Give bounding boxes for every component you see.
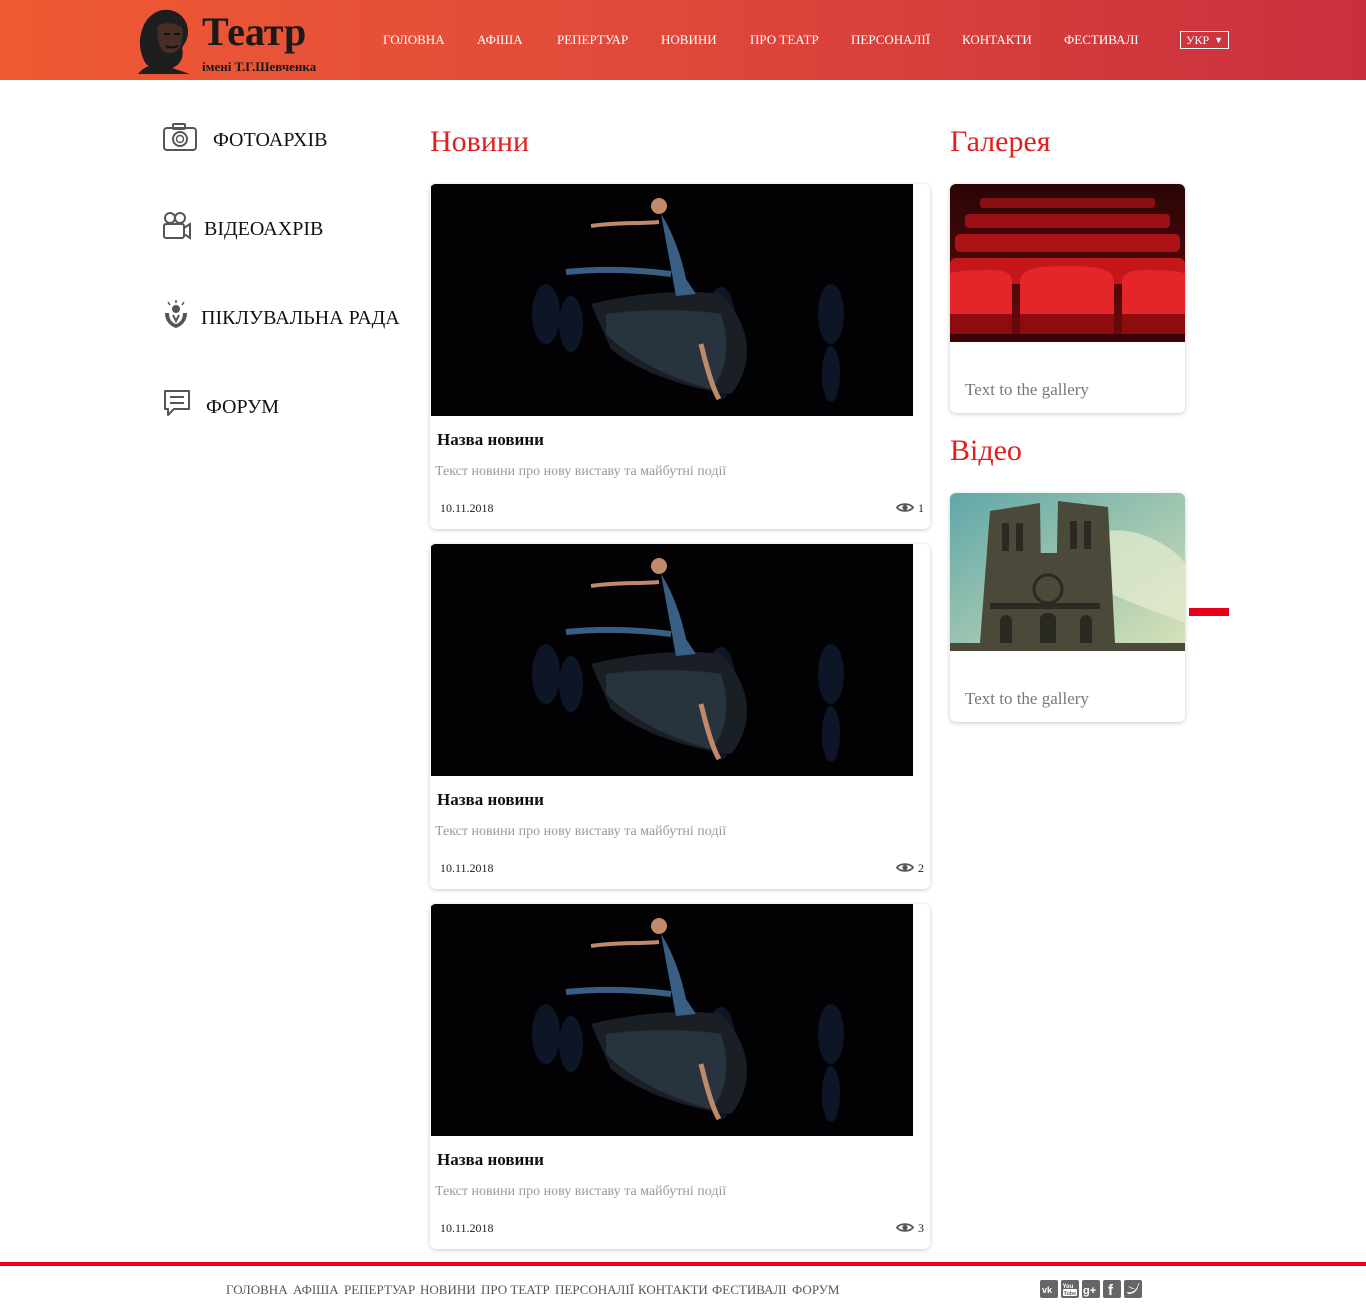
footer-nav-festivals[interactable]: ФЕСТИВАЛІ: [712, 1282, 787, 1298]
news-card[interactable]: Назва новини Текст новини про нову виста…: [430, 904, 930, 1249]
vk-icon[interactable]: vk: [1040, 1280, 1058, 1298]
nav-item-contacts[interactable]: КОНТАКТИ: [962, 32, 1032, 48]
news-card[interactable]: Назва новини Текст новини про нову виста…: [430, 544, 930, 889]
theater-seats-image: [950, 184, 1185, 342]
nav-item-personalities[interactable]: ПЕРСОНАЛІЇ: [851, 32, 930, 48]
news-image[interactable]: [431, 184, 913, 416]
news-views: 3: [894, 1221, 924, 1235]
news-title[interactable]: Назва новини: [437, 430, 544, 450]
nav-item-news[interactable]: НОВИНИ: [661, 32, 717, 48]
svg-text:vk: vk: [1042, 1285, 1053, 1295]
youtube-icon[interactable]: You Tube: [1061, 1280, 1079, 1298]
svg-text:f: f: [1108, 1282, 1114, 1298]
news-title[interactable]: Назва новини: [437, 1150, 544, 1170]
sidebar-item-label: ФОТОАРХІВ: [213, 129, 328, 151]
gallery-caption: Text to the gallery: [965, 380, 1089, 399]
eye-icon: [896, 1223, 914, 1232]
news-image[interactable]: [431, 544, 913, 776]
video-section-title: Відео: [950, 434, 1022, 467]
language-select[interactable]: УКР ▼: [1180, 31, 1229, 49]
footer-nav-repertoire[interactable]: РЕПЕРТУАР: [344, 1282, 415, 1298]
nav-item-home[interactable]: ГОЛОВНА: [383, 32, 445, 48]
sidebar-item-label: ВІДЕОАХРІВ: [204, 218, 324, 240]
video-camera-icon: [163, 212, 191, 240]
views-count: 1: [918, 501, 924, 515]
footer-nav-news[interactable]: НОВИНИ: [420, 1282, 476, 1298]
news-date: 10.11.2018: [440, 861, 494, 875]
footer-nav-personalities[interactable]: ПЕРСОНАЛІЇ: [555, 1282, 634, 1298]
twitter-icon[interactable]: [1124, 1280, 1142, 1298]
nav-item-about[interactable]: ПРО ТЕАТР: [750, 32, 819, 48]
news-views: 1: [894, 501, 924, 515]
news-image[interactable]: [431, 904, 913, 1136]
logo-title[interactable]: Театр: [202, 12, 306, 52]
logo-subtitle: імені Т.Г.Шевченка: [202, 59, 317, 74]
news-text: Текст новини про нову виставу та майбутн…: [435, 1184, 727, 1199]
eye-icon: [896, 503, 914, 512]
chat-icon: [164, 390, 190, 416]
sidebar-item-label: ФОРУМ: [206, 396, 280, 418]
sidebar-item-label: ПІКЛУВАЛЬНА РАДА: [201, 307, 400, 329]
nav-item-festivals[interactable]: ФЕСТИВАЛІ: [1064, 32, 1139, 48]
care-hands-icon: [165, 300, 187, 328]
svg-text:g+: g+: [1083, 1285, 1096, 1297]
footer-nav-afisha[interactable]: АФІША: [293, 1282, 339, 1298]
footer-nav-home[interactable]: ГОЛОВНА: [226, 1282, 288, 1298]
news-text: Текст новини про нову виставу та майбутн…: [435, 824, 727, 839]
language-value: УКР: [1186, 33, 1210, 47]
sidebar-item-video-archive[interactable]: ВІДЕОАХРІВ: [162, 210, 332, 246]
facebook-icon[interactable]: f: [1103, 1280, 1121, 1298]
footer-nav-forum[interactable]: ФОРУМ: [792, 1282, 840, 1298]
footer-nav-contacts[interactable]: КОНТАКТИ: [638, 1282, 708, 1298]
camera-icon: [163, 123, 197, 151]
footer-nav-about[interactable]: ПРО ТЕАТР: [481, 1282, 550, 1298]
news-title[interactable]: Назва новини: [437, 790, 544, 810]
news-card[interactable]: Назва новини Текст новини про нову виста…: [430, 184, 930, 529]
nav-item-repertoire[interactable]: РЕПЕРТУАР: [557, 32, 628, 48]
news-section-title: Новини: [430, 125, 529, 158]
site-header: Театр імені Т.Г.Шевченка ГОЛОВНА АФІША Р…: [0, 0, 1366, 80]
news-text: Текст новини про нову виставу та майбутн…: [435, 464, 727, 479]
views-count: 2: [918, 861, 924, 875]
news-date: 10.11.2018: [440, 501, 494, 515]
news-views: 2: [894, 861, 924, 875]
svg-text:Tube: Tube: [1064, 1291, 1077, 1297]
news-date: 10.11.2018: [440, 1221, 494, 1235]
shevchenko-portrait-logo[interactable]: [136, 4, 192, 76]
cathedral-image: [950, 493, 1185, 651]
sidebar-item-forum[interactable]: ФОРУМ: [162, 388, 332, 424]
chevron-down-icon: ▼: [1214, 35, 1223, 45]
sidebar-item-photo-archive[interactable]: ФОТОАРХІВ: [162, 121, 332, 157]
views-count: 3: [918, 1221, 924, 1235]
video-card[interactable]: Text to the gallery: [950, 493, 1185, 722]
sidebar-item-board-of-trustees[interactable]: ПІКЛУВАЛЬНА РАДА: [162, 299, 402, 335]
google-plus-icon[interactable]: g+: [1082, 1280, 1100, 1298]
eye-icon: [896, 863, 914, 872]
gallery-card[interactable]: Text to the gallery: [950, 184, 1185, 413]
footer-divider: [0, 1262, 1366, 1266]
video-caption: Text to the gallery: [965, 689, 1089, 708]
red-indicator: [1189, 608, 1229, 616]
nav-item-afisha[interactable]: АФІША: [477, 32, 523, 48]
gallery-section-title: Галерея: [950, 125, 1051, 158]
